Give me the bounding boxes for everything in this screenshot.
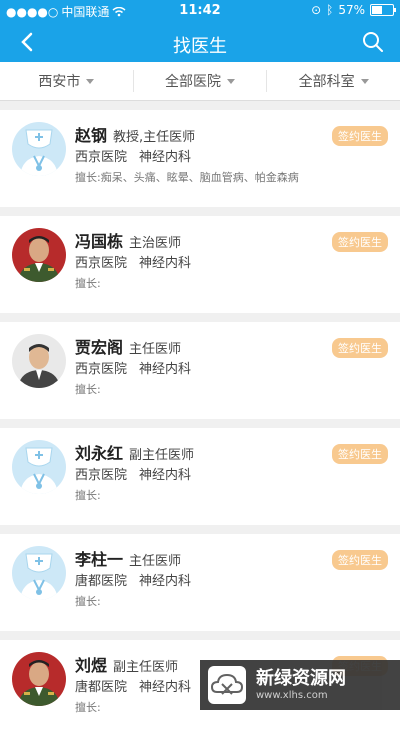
department-name: 神经内科 (139, 468, 192, 483)
filter-city[interactable]: 西安市 (0, 70, 134, 92)
department-name: 神经内科 (139, 574, 192, 589)
hospital-name: 西京医院 (75, 362, 128, 377)
signed-doctor-badge: 签约医生 (332, 126, 388, 146)
doctor-title: 教授,主任医师 (113, 130, 196, 145)
doctor-card[interactable]: 冯国栋 主治医师 西京医院 神经内科 擅长: 签约医生 (0, 216, 400, 313)
doctor-affiliation: 西京医院 神经内科 (75, 252, 191, 271)
avatar (12, 546, 66, 600)
doctor-name-row: 李柱一 主任医师 (75, 546, 181, 570)
doctor-affiliation: 西京医院 神经内科 (75, 464, 191, 483)
doctor-affiliation: 唐都医院 神经内科 (75, 570, 191, 589)
doctor-title: 主任医师 (129, 342, 182, 357)
site-watermark: 新绿资源网 www.xlhs.com (200, 660, 400, 710)
rotation-lock-icon: ⊙ (311, 3, 322, 17)
doctor-name: 赵钢 (75, 126, 108, 145)
department-name: 神经内科 (139, 680, 192, 695)
doctor-specialty: 擅长: (75, 383, 101, 396)
doctor-affiliation: 西京医院 神经内科 (75, 146, 191, 165)
doctor-affiliation: 唐都医院 神经内科 (75, 676, 191, 695)
doctor-name-row: 刘永红 副主任医师 (75, 440, 194, 464)
doctor-card[interactable]: 刘永红 副主任医师 西京医院 神经内科 擅长: 签约医生 (0, 428, 400, 525)
doctor-specialty: 擅长:痴呆、头痛、眩晕、脑血管病、帕金森病 (75, 171, 299, 184)
hospital-name: 西京医院 (75, 256, 128, 271)
signed-doctor-badge: 签约医生 (332, 232, 388, 252)
filter-city-label: 西安市 (38, 74, 81, 90)
avatar (12, 440, 66, 494)
doctor-name: 刘永红 (75, 444, 124, 463)
watermark-title: 新绿资源网 (256, 668, 346, 689)
doctor-card[interactable]: 李柱一 主任医师 唐都医院 神经内科 擅长: 签约医生 (0, 534, 400, 631)
doctor-title: 主治医师 (129, 236, 182, 251)
department-name: 神经内科 (139, 256, 192, 271)
caret-down-icon (227, 78, 235, 84)
avatar (12, 652, 66, 706)
doctor-specialty: 擅长: (75, 277, 101, 290)
avatar (12, 122, 66, 176)
hospital-name: 西京医院 (75, 150, 128, 165)
filter-bar: 西安市 全部医院 全部科室 (0, 62, 400, 101)
doctor-title: 副主任医师 (113, 660, 179, 675)
doctor-name: 李柱一 (75, 550, 124, 569)
bluetooth-icon: ᛒ (326, 3, 334, 17)
status-right: ⊙ ᛒ 57% (311, 3, 396, 17)
filter-hospital-label: 全部医院 (165, 74, 221, 90)
filter-hospital[interactable]: 全部医院 (134, 70, 268, 92)
doctor-name: 冯国栋 (75, 232, 124, 251)
doctor-name-row: 刘煜 副主任医师 (75, 652, 178, 676)
nav-bar: 找医生 (0, 22, 400, 62)
doctor-name-row: 赵钢 教授,主任医师 (75, 122, 195, 146)
doctor-card[interactable]: 赵钢 教授,主任医师 西京医院 神经内科 擅长:痴呆、头痛、眩晕、脑血管病、帕金森病… (0, 110, 400, 207)
search-icon[interactable] (360, 29, 386, 55)
doctor-card[interactable]: 贾宏阁 主任医师 西京医院 神经内科 擅长: 签约医生 (0, 322, 400, 419)
page-title: 找医生 (173, 36, 227, 57)
doctor-name-row: 冯国栋 主治医师 (75, 228, 181, 252)
doctor-specialty: 擅长: (75, 595, 101, 608)
avatar (12, 334, 66, 388)
hospital-name: 西京医院 (75, 468, 128, 483)
filter-department-label: 全部科室 (298, 74, 355, 90)
caret-down-icon (86, 78, 95, 84)
department-name: 神经内科 (139, 362, 192, 377)
filter-department[interactable]: 全部科室 (267, 70, 400, 92)
hospital-name: 唐都医院 (75, 680, 128, 695)
avatar (12, 228, 66, 282)
battery-fill (372, 6, 383, 14)
signed-doctor-badge: 签约医生 (332, 338, 388, 358)
doctor-title: 副主任医师 (129, 448, 195, 463)
doctor-name: 刘煜 (75, 656, 108, 675)
doctor-name: 贾宏阁 (75, 338, 124, 357)
doctor-affiliation: 西京医院 神经内科 (75, 358, 191, 377)
battery-icon (370, 4, 396, 16)
caret-down-icon (360, 78, 369, 84)
doctor-specialty: 擅长: (75, 701, 101, 714)
signed-doctor-badge: 签约医生 (332, 444, 388, 464)
doctor-name-row: 贾宏阁 主任医师 (75, 334, 181, 358)
signed-doctor-badge: 签约医生 (332, 550, 388, 570)
doctor-title: 主任医师 (129, 554, 182, 569)
battery-percent: 57% (338, 3, 365, 17)
department-name: 神经内科 (139, 150, 192, 165)
watermark-url: www.xlhs.com (256, 690, 328, 701)
cloud-logo-icon (208, 666, 246, 704)
doctor-specialty: 擅长: (75, 489, 101, 502)
hospital-name: 唐都医院 (75, 574, 128, 589)
status-bar: ●●●●○ 中国联通 11:42 ⊙ ᛒ 57% (0, 0, 400, 22)
